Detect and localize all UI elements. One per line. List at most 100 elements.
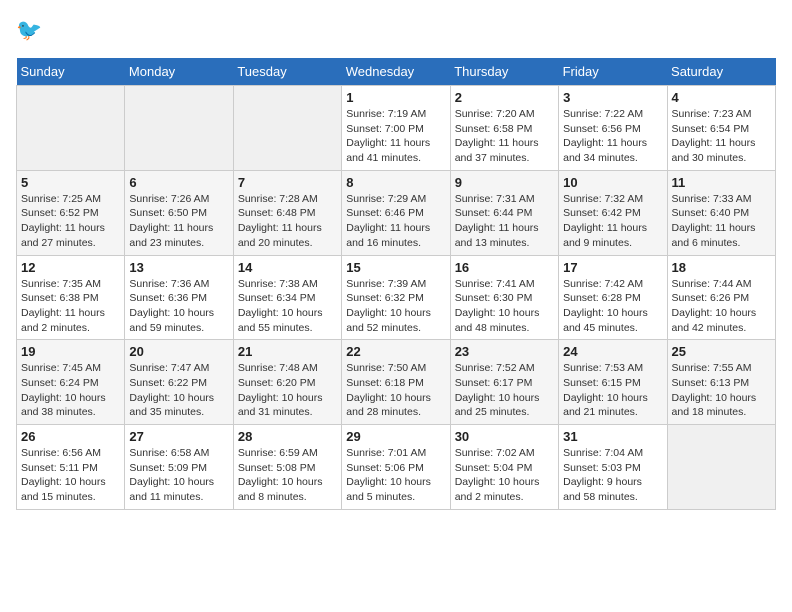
day-number: 31 bbox=[563, 429, 662, 444]
day-number: 23 bbox=[455, 344, 554, 359]
day-number: 21 bbox=[238, 344, 337, 359]
calendar-cell: 4 Sunrise: 7:23 AM Sunset: 6:54 PM Daylig… bbox=[667, 86, 775, 171]
day-number: 14 bbox=[238, 260, 337, 275]
day-number: 10 bbox=[563, 175, 662, 190]
weekday-header: Thursday bbox=[450, 58, 558, 86]
calendar-week-row: 12Sunrise: 7:35 AM Sunset: 6:38 PM Dayli… bbox=[17, 255, 776, 340]
calendar-cell: 22 Sunrise: 7:50 AM Sunset: 6:18 PM Dayli… bbox=[342, 340, 450, 425]
page-header: 🐦 bbox=[16, 16, 776, 46]
day-number: 9 bbox=[455, 175, 554, 190]
day-number: 5 bbox=[21, 175, 120, 190]
day-number: 1 bbox=[346, 90, 445, 105]
day-number: 16 bbox=[455, 260, 554, 275]
calendar-cell: 10Sunrise: 7:32 AM Sunset: 6:42 PM Dayli… bbox=[559, 170, 667, 255]
calendar-cell: 1Sunrise: 7:19 AM Sunset: 7:00 PM Daylig… bbox=[342, 86, 450, 171]
calendar-table: SundayMondayTuesdayWednesdayThursdayFrid… bbox=[16, 58, 776, 510]
day-number: 28 bbox=[238, 429, 337, 444]
calendar-cell: 18 Sunrise: 7:44 AM Sunset: 6:26 PM Dayli… bbox=[667, 255, 775, 340]
calendar-cell: 7 Sunrise: 7:28 AM Sunset: 6:48 PM Daylig… bbox=[233, 170, 341, 255]
day-number: 11 bbox=[672, 175, 771, 190]
calendar-cell: 14 Sunrise: 7:38 AM Sunset: 6:34 PM Dayli… bbox=[233, 255, 341, 340]
calendar-cell: 5 Sunrise: 7:25 AM Sunset: 6:52 PM Daylig… bbox=[17, 170, 125, 255]
day-info: Sunrise: 7:29 AM Sunset: 6:46 PM Dayligh… bbox=[346, 192, 445, 251]
day-info: Sunrise: 7:55 AM Sunset: 6:13 PM Dayligh… bbox=[672, 361, 771, 420]
weekday-header: Tuesday bbox=[233, 58, 341, 86]
weekday-header: Wednesday bbox=[342, 58, 450, 86]
calendar-cell: 8 Sunrise: 7:29 AM Sunset: 6:46 PM Daylig… bbox=[342, 170, 450, 255]
calendar-cell: 2Sunrise: 7:20 AM Sunset: 6:58 PM Daylig… bbox=[450, 86, 558, 171]
calendar-week-row: 5 Sunrise: 7:25 AM Sunset: 6:52 PM Daylig… bbox=[17, 170, 776, 255]
day-number: 20 bbox=[129, 344, 228, 359]
day-number: 30 bbox=[455, 429, 554, 444]
day-number: 19 bbox=[21, 344, 120, 359]
day-info: Sunrise: 7:44 AM Sunset: 6:26 PM Dayligh… bbox=[672, 277, 771, 336]
day-info: Sunrise: 7:53 AM Sunset: 6:15 PM Dayligh… bbox=[563, 361, 662, 420]
day-info: Sunrise: 7:50 AM Sunset: 6:18 PM Dayligh… bbox=[346, 361, 445, 420]
day-info: Sunrise: 7:26 AM Sunset: 6:50 PM Dayligh… bbox=[129, 192, 228, 251]
day-number: 26 bbox=[21, 429, 120, 444]
day-number: 24 bbox=[563, 344, 662, 359]
day-info: Sunrise: 7:41 AM Sunset: 6:30 PM Dayligh… bbox=[455, 277, 554, 336]
day-number: 13 bbox=[129, 260, 228, 275]
day-info: Sunrise: 7:47 AM Sunset: 6:22 PM Dayligh… bbox=[129, 361, 228, 420]
weekday-header: Saturday bbox=[667, 58, 775, 86]
day-info: Sunrise: 6:56 AM Sunset: 5:11 PM Dayligh… bbox=[21, 446, 120, 505]
calendar-cell: 11Sunrise: 7:33 AM Sunset: 6:40 PM Dayli… bbox=[667, 170, 775, 255]
day-info: Sunrise: 7:48 AM Sunset: 6:20 PM Dayligh… bbox=[238, 361, 337, 420]
day-number: 22 bbox=[346, 344, 445, 359]
day-number: 17 bbox=[563, 260, 662, 275]
weekday-header: Friday bbox=[559, 58, 667, 86]
calendar-week-row: 26 Sunrise: 6:56 AM Sunset: 5:11 PM Dayli… bbox=[17, 425, 776, 510]
day-info: Sunrise: 7:28 AM Sunset: 6:48 PM Dayligh… bbox=[238, 192, 337, 251]
day-info: Sunrise: 7:31 AM Sunset: 6:44 PM Dayligh… bbox=[455, 192, 554, 251]
day-info: Sunrise: 7:39 AM Sunset: 6:32 PM Dayligh… bbox=[346, 277, 445, 336]
day-number: 15 bbox=[346, 260, 445, 275]
day-number: 7 bbox=[238, 175, 337, 190]
calendar-cell: 23 Sunrise: 7:52 AM Sunset: 6:17 PM Dayli… bbox=[450, 340, 558, 425]
calendar-cell: 9 Sunrise: 7:31 AM Sunset: 6:44 PM Daylig… bbox=[450, 170, 558, 255]
calendar-cell: 24 Sunrise: 7:53 AM Sunset: 6:15 PM Dayli… bbox=[559, 340, 667, 425]
calendar-cell: 3Sunrise: 7:22 AM Sunset: 6:56 PM Daylig… bbox=[559, 86, 667, 171]
day-number: 2 bbox=[455, 90, 554, 105]
day-number: 25 bbox=[672, 344, 771, 359]
day-info: Sunrise: 6:59 AM Sunset: 5:08 PM Dayligh… bbox=[238, 446, 337, 505]
calendar-cell: 16 Sunrise: 7:41 AM Sunset: 6:30 PM Dayli… bbox=[450, 255, 558, 340]
calendar-cell: 12Sunrise: 7:35 AM Sunset: 6:38 PM Dayli… bbox=[17, 255, 125, 340]
calendar-cell bbox=[17, 86, 125, 171]
day-info: Sunrise: 7:52 AM Sunset: 6:17 PM Dayligh… bbox=[455, 361, 554, 420]
calendar-cell: 15 Sunrise: 7:39 AM Sunset: 6:32 PM Dayli… bbox=[342, 255, 450, 340]
day-info: Sunrise: 7:04 AM Sunset: 5:03 PM Dayligh… bbox=[563, 446, 662, 505]
day-info: Sunrise: 7:36 AM Sunset: 6:36 PM Dayligh… bbox=[129, 277, 228, 336]
calendar-cell: 13 Sunrise: 7:36 AM Sunset: 6:36 PM Dayli… bbox=[125, 255, 233, 340]
logo-icon: 🐦 bbox=[16, 16, 46, 46]
weekday-header: Sunday bbox=[17, 58, 125, 86]
day-info: Sunrise: 7:23 AM Sunset: 6:54 PM Dayligh… bbox=[672, 107, 771, 166]
calendar-cell: 27 Sunrise: 6:58 AM Sunset: 5:09 PM Dayli… bbox=[125, 425, 233, 510]
day-info: Sunrise: 6:58 AM Sunset: 5:09 PM Dayligh… bbox=[129, 446, 228, 505]
calendar-cell: 20 Sunrise: 7:47 AM Sunset: 6:22 PM Dayli… bbox=[125, 340, 233, 425]
day-number: 18 bbox=[672, 260, 771, 275]
day-info: Sunrise: 7:22 AM Sunset: 6:56 PM Dayligh… bbox=[563, 107, 662, 166]
calendar-cell: 6Sunrise: 7:26 AM Sunset: 6:50 PM Daylig… bbox=[125, 170, 233, 255]
day-number: 29 bbox=[346, 429, 445, 444]
logo: 🐦 bbox=[16, 16, 50, 46]
day-number: 27 bbox=[129, 429, 228, 444]
calendar-cell bbox=[667, 425, 775, 510]
day-number: 8 bbox=[346, 175, 445, 190]
day-info: Sunrise: 7:25 AM Sunset: 6:52 PM Dayligh… bbox=[21, 192, 120, 251]
calendar-week-row: 19 Sunrise: 7:45 AM Sunset: 6:24 PM Dayli… bbox=[17, 340, 776, 425]
calendar-cell: 21 Sunrise: 7:48 AM Sunset: 6:20 PM Dayli… bbox=[233, 340, 341, 425]
calendar-cell: 29 Sunrise: 7:01 AM Sunset: 5:06 PM Dayli… bbox=[342, 425, 450, 510]
day-info: Sunrise: 7:35 AM Sunset: 6:38 PM Dayligh… bbox=[21, 277, 120, 336]
calendar-cell: 28 Sunrise: 6:59 AM Sunset: 5:08 PM Dayli… bbox=[233, 425, 341, 510]
day-info: Sunrise: 7:01 AM Sunset: 5:06 PM Dayligh… bbox=[346, 446, 445, 505]
weekday-header: Monday bbox=[125, 58, 233, 86]
svg-text:🐦: 🐦 bbox=[16, 19, 42, 42]
day-number: 4 bbox=[672, 90, 771, 105]
day-info: Sunrise: 7:42 AM Sunset: 6:28 PM Dayligh… bbox=[563, 277, 662, 336]
calendar-cell: 17 Sunrise: 7:42 AM Sunset: 6:28 PM Dayli… bbox=[559, 255, 667, 340]
day-info: Sunrise: 7:38 AM Sunset: 6:34 PM Dayligh… bbox=[238, 277, 337, 336]
calendar-cell bbox=[233, 86, 341, 171]
calendar-cell: 25 Sunrise: 7:55 AM Sunset: 6:13 PM Dayli… bbox=[667, 340, 775, 425]
day-info: Sunrise: 7:45 AM Sunset: 6:24 PM Dayligh… bbox=[21, 361, 120, 420]
